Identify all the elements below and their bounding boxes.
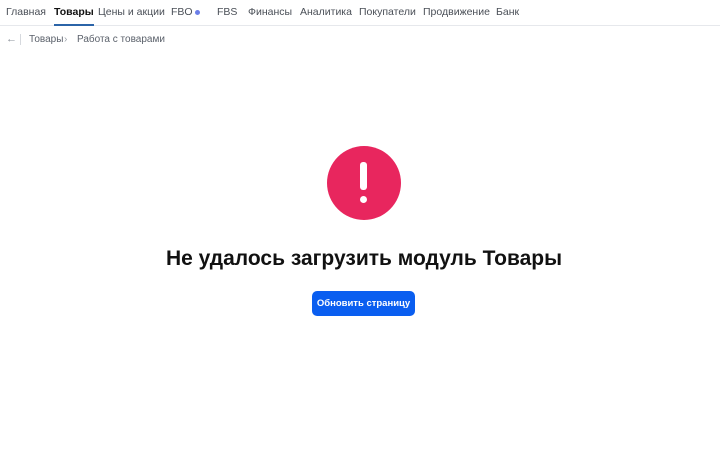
nav-item-ceny-i-akcii[interactable]: Цены и акции (98, 6, 165, 26)
nav-item-fbs[interactable]: FBS (217, 6, 237, 26)
nav-item-pokupateli[interactable]: Покупатели (359, 6, 416, 26)
nav-item-analitika[interactable]: Аналитика (300, 6, 352, 26)
exclamation-circle-icon (327, 146, 401, 220)
exclamation-bar (360, 162, 367, 190)
nav-notification-dot-icon (195, 10, 200, 15)
nav-item-tovary[interactable]: Товары (54, 6, 94, 26)
reload-page-button[interactable]: Обновить страницу (312, 291, 415, 316)
nav-item-glavnaya[interactable]: Главная (6, 6, 46, 26)
chevron-right-icon: › (64, 34, 68, 45)
breadcrumb-item-tovary[interactable]: Товары (29, 34, 63, 46)
exclamation-dot (360, 196, 367, 203)
nav-item-fbo[interactable]: FBO (171, 6, 193, 26)
top-navigation: Главная Товары Цены и акции FBO FBS Фина… (0, 0, 720, 26)
nav-item-prodvizhenie[interactable]: Продвижение (423, 6, 490, 26)
nav-item-finansy[interactable]: Финансы (248, 6, 292, 26)
breadcrumb-item-rabota-s-tovarami: Работа с товарами (77, 34, 165, 45)
breadcrumb-divider (20, 34, 21, 45)
breadcrumb: ← Товары › Работа с товарами (0, 32, 720, 48)
arrow-left-icon[interactable]: ← (6, 33, 17, 46)
nav-item-bank[interactable]: Банк (496, 6, 519, 26)
error-title: Не удалось загрузить модуль Товары (165, 247, 563, 270)
